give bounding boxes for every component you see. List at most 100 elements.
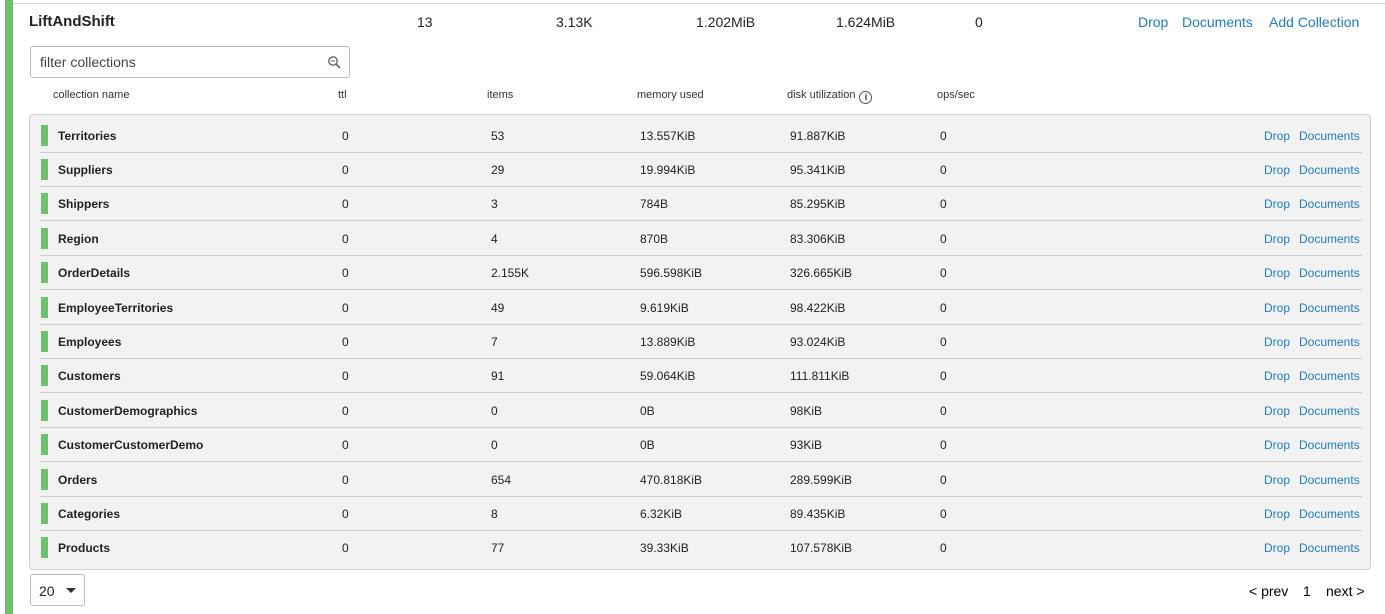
documents-button[interactable]: Documents [1299, 404, 1360, 418]
cell-collection-name: EmployeeTerritories [58, 301, 174, 315]
status-indicator [41, 400, 48, 421]
column-header-ops[interactable]: ops/sec [937, 89, 975, 101]
drop-collection-button[interactable]: Drop [1264, 301, 1290, 315]
drop-collection-button[interactable]: Drop [1264, 335, 1290, 349]
add-collection-button[interactable]: Add Collection [1269, 14, 1359, 30]
documents-button[interactable]: Documents [1299, 266, 1360, 280]
cell-ttl: 0 [342, 129, 349, 143]
scope-memory-used: 1.202MiB [696, 14, 756, 30]
status-indicator [41, 228, 48, 249]
filter-collections-field [30, 46, 350, 78]
drop-collection-button[interactable]: Drop [1264, 507, 1290, 521]
table-row: Employees 0 7 13.889KiB 93.024KiB 0 Drop Docume… [40, 325, 1362, 359]
table-row: Region 0 4 870B 83.306KiB 0 Drop Documents [40, 222, 1362, 256]
drop-collection-button[interactable]: Drop [1264, 129, 1290, 143]
cell-ttl: 0 [342, 197, 349, 211]
prev-page-link[interactable]: < prev [1249, 583, 1288, 599]
drop-collection-button[interactable]: Drop [1264, 404, 1290, 418]
status-indicator [41, 159, 48, 180]
documents-button[interactable]: Documents [1299, 163, 1360, 177]
cell-ops: 0 [940, 266, 947, 280]
info-icon[interactable]: i [859, 91, 873, 104]
cell-ttl: 0 [342, 404, 349, 418]
page-size-value: 20 [39, 583, 55, 599]
cell-ttl: 0 [342, 507, 349, 521]
cell-disk: 326.665KiB [790, 266, 853, 280]
cell-collection-name: CustomerCustomerDemo [58, 438, 204, 452]
cell-memory: 470.818KiB [640, 473, 703, 487]
cell-ttl: 0 [342, 541, 349, 555]
status-indicator [41, 331, 48, 352]
cell-ops: 0 [940, 541, 947, 555]
documents-button[interactable]: Documents [1299, 301, 1360, 315]
next-page-link[interactable]: next > [1326, 583, 1365, 599]
column-header-disk-label: disk utilization [787, 89, 856, 101]
cell-items: 2.155K [491, 266, 530, 280]
cell-disk: 93KiB [790, 438, 823, 452]
scope-documents-button[interactable]: Documents [1182, 14, 1253, 30]
drop-collection-button[interactable]: Drop [1264, 541, 1290, 555]
documents-button[interactable]: Documents [1299, 335, 1360, 349]
cell-disk: 98KiB [790, 404, 823, 418]
cell-ops: 0 [940, 129, 947, 143]
filter-collections-input[interactable] [31, 47, 311, 77]
search-icon[interactable] [327, 55, 341, 69]
column-header-name[interactable]: collection name [53, 89, 129, 101]
drop-collection-button[interactable]: Drop [1264, 266, 1290, 280]
drop-collection-button[interactable]: Drop [1264, 197, 1290, 211]
documents-button[interactable]: Documents [1299, 197, 1360, 211]
table-row: Customers 0 91 59.064KiB 111.811KiB 0 Drop Docu… [40, 359, 1362, 393]
cell-memory: 6.32KiB [640, 507, 683, 521]
drop-collection-button[interactable]: Drop [1264, 163, 1290, 177]
table-row: EmployeeTerritories 0 49 9.619KiB 98.422KiB 0… [40, 291, 1362, 325]
cell-disk: 83.306KiB [790, 232, 846, 246]
column-header-items[interactable]: items [487, 89, 513, 101]
cell-memory: 59.064KiB [640, 369, 696, 383]
scope-ops-sec: 0 [975, 14, 983, 30]
cell-items: 77 [491, 541, 505, 555]
cell-items: 0 [491, 404, 498, 418]
cell-collection-name: OrderDetails [58, 266, 131, 280]
current-page-link[interactable]: 1 [1303, 583, 1311, 599]
collections-table: Territories 0 53 13.557KiB 91.887KiB 0 Drop Doc… [29, 114, 1371, 570]
status-indicator [41, 434, 48, 455]
chevron-down-icon [66, 588, 76, 593]
drop-collection-button[interactable]: Drop [1264, 369, 1290, 383]
documents-button[interactable]: Documents [1299, 129, 1360, 143]
cell-memory: 39.33KiB [640, 541, 689, 555]
column-headers: collection name ttl items memory used di… [0, 89, 1385, 105]
cell-collection-name: Customers [58, 369, 121, 383]
table-row: CustomerDemographics 0 0 0B 98KiB 0 Drop Docume… [40, 394, 1362, 428]
cell-memory: 0B [640, 438, 655, 452]
cell-ttl: 0 [342, 369, 349, 383]
cell-memory: 596.598KiB [640, 266, 703, 280]
documents-button[interactable]: Documents [1299, 473, 1360, 487]
documents-button[interactable]: Documents [1299, 541, 1360, 555]
drop-collection-button[interactable]: Drop [1264, 232, 1290, 246]
documents-button[interactable]: Documents [1299, 369, 1360, 383]
column-header-memory[interactable]: memory used [637, 89, 704, 101]
cell-disk: 95.341KiB [790, 163, 846, 177]
table-row: Categories 0 8 6.32KiB 89.435KiB 0 Drop Documen… [40, 497, 1362, 531]
cell-disk: 89.435KiB [790, 507, 846, 521]
drop-collection-button[interactable]: Drop [1264, 473, 1290, 487]
column-header-disk[interactable]: disk utilization i [787, 89, 873, 104]
table-row: Shippers 0 3 784B 85.295KiB 0 Drop Documents [40, 187, 1362, 221]
cell-items: 4 [491, 232, 498, 246]
cell-memory: 13.889KiB [640, 335, 696, 349]
cell-ops: 0 [940, 473, 947, 487]
documents-button[interactable]: Documents [1299, 507, 1360, 521]
documents-button[interactable]: Documents [1299, 232, 1360, 246]
cell-ttl: 0 [342, 232, 349, 246]
column-header-ttl[interactable]: ttl [338, 89, 347, 101]
table-row: Products 0 77 39.33KiB 107.578KiB 0 Drop Docume… [40, 531, 1362, 565]
cell-collection-name: Suppliers [58, 163, 113, 177]
cell-ops: 0 [940, 404, 947, 418]
scope-drop-button[interactable]: Drop [1138, 14, 1168, 30]
documents-button[interactable]: Documents [1299, 438, 1360, 452]
status-indicator [41, 125, 48, 146]
scope-header: LiftAndShift 13 3.13K 1.202MiB 1.624MiB … [0, 0, 1385, 44]
page-size-select[interactable]: 20 [30, 574, 85, 606]
cell-ops: 0 [940, 507, 947, 521]
drop-collection-button[interactable]: Drop [1264, 438, 1290, 452]
